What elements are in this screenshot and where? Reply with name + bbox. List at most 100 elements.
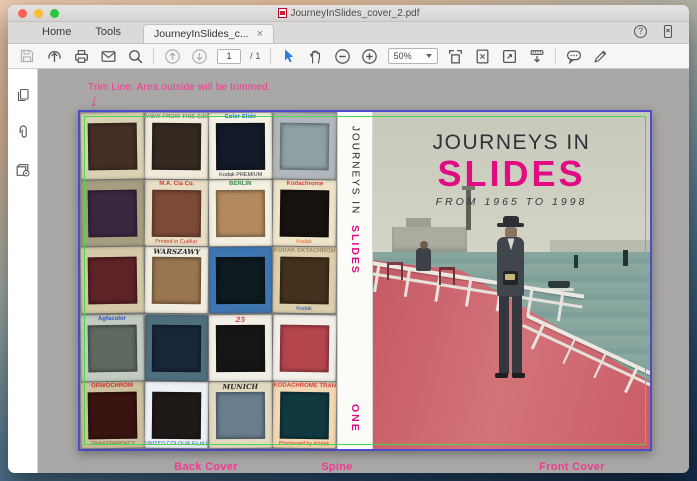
slide-bottom-label [209, 238, 272, 246]
slide-top-label: Kodachrome [286, 180, 324, 188]
zoom-window-button[interactable] [50, 8, 59, 18]
slide-photo [87, 324, 138, 373]
email-icon[interactable] [99, 47, 117, 65]
slide-photo [215, 190, 266, 238]
slide-mount: VIEW FROM THIS SIDE [144, 112, 209, 180]
slide-bottom-label [81, 305, 144, 314]
slide-top-label [80, 247, 143, 257]
slide-mount [272, 314, 337, 382]
slide-photo [87, 391, 138, 440]
slide-mount: BERLIN [208, 179, 273, 247]
print-icon[interactable] [72, 47, 90, 65]
deck-chair [439, 267, 456, 286]
slide-mount [80, 112, 145, 180]
left-panel [8, 69, 38, 473]
slide-top-label: ORWOCHROM [91, 382, 134, 390]
tab-document[interactable]: JourneyInSlides_c... × [143, 24, 275, 43]
slide-mount: ORWOCHROM TRANSPARENCY [80, 381, 145, 449]
slide-photo [151, 189, 202, 238]
slide-bottom-label [209, 373, 272, 381]
slide-mount [144, 314, 209, 382]
slide-top-label: M.A. Cia Co. [159, 181, 195, 188]
page-number-input[interactable] [217, 48, 241, 64]
cover-title-line2: SLIDES [437, 152, 586, 194]
slide-mount: 25 [208, 314, 273, 382]
scrolling-mode-icon[interactable] [447, 47, 465, 65]
slide-bottom-label: Kodak PREMIUM [219, 172, 263, 179]
slide-photo [215, 324, 266, 372]
fit-width-icon[interactable] [528, 47, 546, 65]
slide-photo [279, 122, 330, 171]
spine-label: Spine [321, 461, 353, 473]
title-bar[interactable]: JourneyInSlides_cover_2.pdf [8, 5, 689, 22]
slide-bottom-label [145, 372, 208, 381]
trim-line-note: Trim Line: Area outside will be trimmed. [88, 82, 271, 93]
fit-page-icon[interactable] [474, 47, 492, 65]
back-cover: VIEW FROM THIS SIDE Color Slide Kodak PRE… [80, 112, 337, 449]
mobile-app-icon[interactable] [659, 22, 677, 40]
document-canvas[interactable]: Trim Line: Area outside will be trimmed.… [38, 69, 689, 473]
slide-photo [215, 257, 266, 305]
slide-bottom-label [209, 305, 272, 313]
slide-top-label [273, 314, 336, 324]
slide-photo [215, 122, 266, 171]
pencil-icon[interactable] [592, 47, 610, 65]
next-page-icon[interactable] [190, 47, 208, 65]
close-window-button[interactable] [18, 8, 27, 18]
chevron-down-icon [425, 54, 432, 58]
previous-page-icon[interactable] [163, 47, 181, 65]
window-title: JourneyInSlides_cover_2.pdf [8, 8, 689, 19]
help-icon[interactable]: ? [634, 24, 647, 38]
full-screen-icon[interactable] [501, 47, 519, 65]
slide-photo [279, 391, 330, 440]
slide-bottom-label: Printed in Cuéllar [155, 239, 198, 246]
slide-bottom-label [145, 171, 208, 180]
zoom-out-icon[interactable] [334, 47, 352, 65]
zoom-in-icon[interactable] [361, 47, 379, 65]
main-toolbar: / 1 50% [8, 44, 689, 69]
export-pdf-lock-icon[interactable] [14, 161, 31, 183]
attachments-icon[interactable] [15, 124, 31, 145]
search-icon[interactable] [126, 47, 144, 65]
slide-bottom-label [81, 238, 144, 247]
slide-mount: UNITED COLOUR FILM EST. [144, 381, 209, 449]
slide-mount [80, 246, 145, 315]
slide-top-label: KODACHROME TRANSPARENCY [273, 382, 337, 390]
cover-spread-page: VIEW FROM THIS SIDE Color Slide Kodak PRE… [78, 110, 652, 451]
slide-mount [272, 112, 337, 180]
slide-photo [151, 391, 202, 440]
spine-title-line2: SLIDES [349, 225, 361, 276]
spine: JOURNEYS IN SLIDES ONE [337, 112, 373, 449]
zoom-level-dropdown[interactable]: 50% [387, 48, 438, 64]
slide-top-label [209, 247, 272, 256]
slide-mount: Agfacolor [80, 314, 145, 382]
slide-bottom-label: Kodak [296, 306, 312, 313]
tab-bar: Home Tools JourneyInSlides_c... × ? [8, 22, 689, 44]
mooring-post [622, 250, 628, 267]
zoom-level-value: 50% [393, 51, 412, 61]
comment-icon[interactable] [565, 47, 583, 65]
slide-photo [87, 189, 138, 238]
tab-tools[interactable]: Tools [83, 26, 133, 43]
slide-bottom-label [209, 440, 272, 448]
page-thumbnails-icon[interactable] [15, 87, 31, 108]
hand-tool-icon[interactable] [307, 47, 325, 65]
page-count-label: / 1 [250, 50, 261, 62]
save-icon[interactable] [18, 47, 36, 65]
slide-bottom-label [273, 372, 336, 381]
slide-mount [208, 247, 273, 314]
slide-bottom-label: Processed by Kodak [278, 440, 330, 448]
slide-top-label: BERLIN [229, 181, 252, 188]
minimize-window-button[interactable] [34, 8, 43, 18]
select-tool-icon[interactable] [280, 47, 298, 65]
front-cover: JOURNEYS IN SLIDES FROM 1965 TO 1998 [373, 112, 650, 449]
slide-mount: M.A. Cia Co. Printed in Cuéllar [144, 179, 209, 247]
tab-close-icon[interactable]: × [257, 28, 263, 40]
slide-top-label: MUNICH [222, 381, 259, 391]
tab-home[interactable]: Home [30, 26, 83, 43]
slide-photo [279, 189, 330, 238]
slide-photo [87, 122, 138, 171]
app-window: JourneyInSlides_cover_2.pdf Home Tools J… [8, 5, 689, 473]
share-icon[interactable] [45, 47, 63, 65]
spine-volume: ONE [349, 404, 361, 433]
